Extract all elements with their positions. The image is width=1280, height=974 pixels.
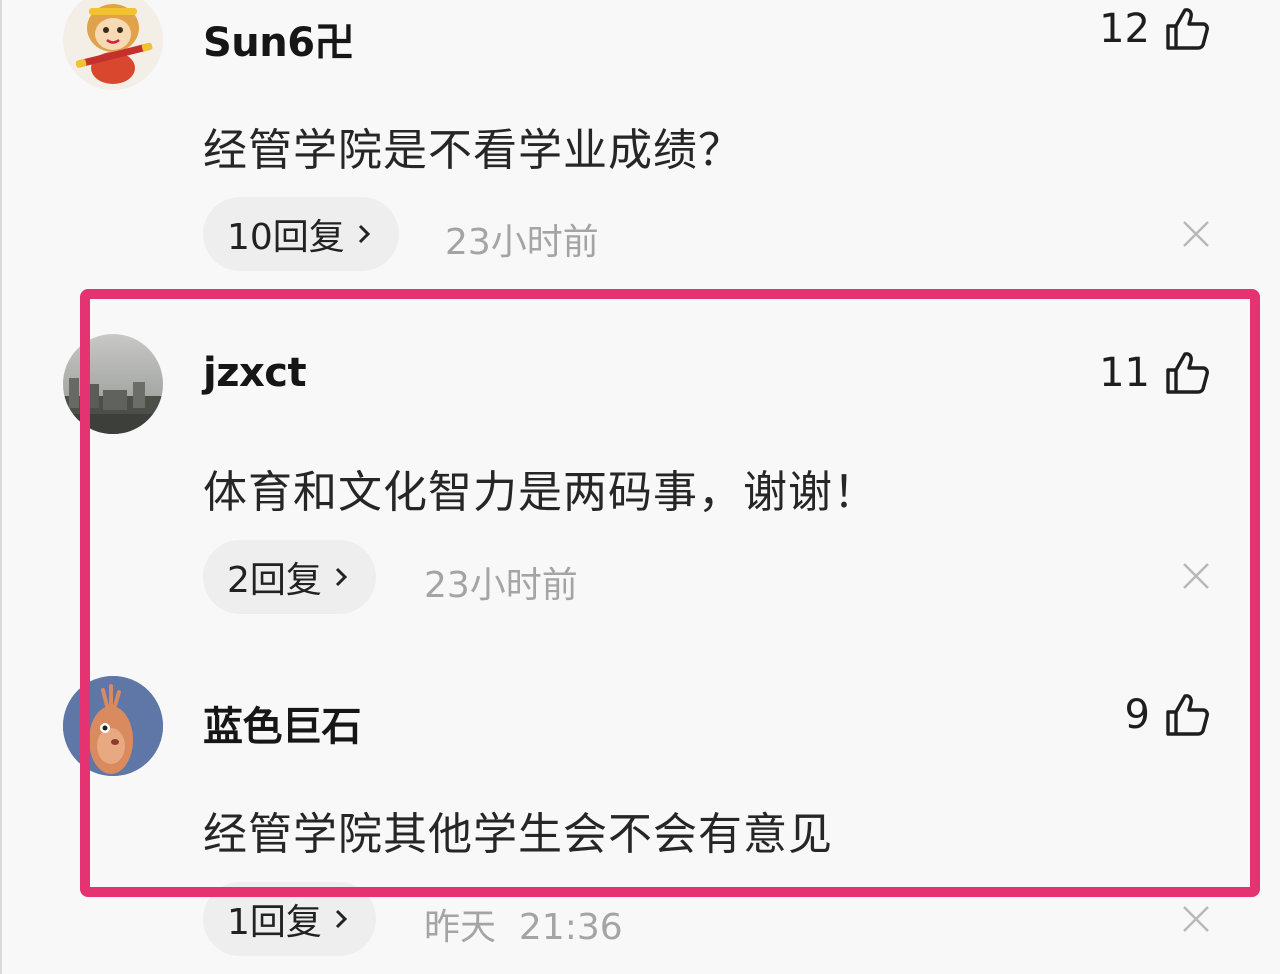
deer-avatar-icon <box>63 676 163 776</box>
comment-time: 昨天 21:36 <box>424 907 623 948</box>
close-icon[interactable] <box>1181 219 1211 249</box>
thumbs-up-icon <box>1164 692 1210 738</box>
comment-text: 经管学院是不看学业成绩？ <box>203 125 743 176</box>
close-icon[interactable] <box>1181 904 1211 934</box>
thumbs-up-icon <box>1164 350 1210 396</box>
replies-label: 10回复 <box>227 217 345 258</box>
like-button[interactable]: 9 <box>1125 692 1210 738</box>
comment-item: 蓝色巨石 9 经管学院其他学生会不会有意见 1回复 昨天 21:36 <box>0 670 1280 974</box>
comment-item: jzxct 11 体育和文化智力是两码事，谢谢！ 2回复 23小时前 <box>0 330 1280 630</box>
avatar[interactable] <box>63 334 163 434</box>
chevron-right-icon <box>332 565 350 589</box>
replies-button[interactable]: 10回复 <box>203 197 399 271</box>
chevron-right-icon <box>332 907 350 931</box>
comment-time: 23小时前 <box>424 565 578 606</box>
comment-time: 23小时前 <box>445 222 599 263</box>
like-button[interactable]: 11 <box>1099 350 1210 396</box>
comment-item: Sun6卍 12 经管学院是不看学业成绩？ 10回复 23小时前 <box>0 0 1280 280</box>
replies-button[interactable]: 2回复 <box>203 540 376 614</box>
monkey-avatar-icon <box>63 0 163 90</box>
chevron-right-icon <box>355 222 373 246</box>
comment-text: 经管学院其他学生会不会有意见 <box>203 809 833 860</box>
replies-label: 2回复 <box>227 560 322 601</box>
username[interactable]: Sun6卍 <box>203 10 355 68</box>
like-count: 12 <box>1099 6 1150 52</box>
username[interactable]: 蓝色巨石 <box>203 694 362 752</box>
avatar[interactable] <box>63 676 163 776</box>
close-icon[interactable] <box>1181 561 1211 591</box>
replies-button[interactable]: 1回复 <box>203 882 376 956</box>
avatar[interactable] <box>63 0 163 90</box>
thumbs-up-icon <box>1164 6 1210 52</box>
replies-label: 1回复 <box>227 902 322 943</box>
comment-text: 体育和文化智力是两码事，谢谢！ <box>203 467 878 518</box>
username[interactable]: jzxct <box>203 350 307 396</box>
like-count: 9 <box>1124 692 1150 738</box>
like-count: 11 <box>1099 350 1150 396</box>
like-button[interactable]: 12 <box>1099 6 1210 52</box>
city-photo-avatar-icon <box>63 334 163 434</box>
